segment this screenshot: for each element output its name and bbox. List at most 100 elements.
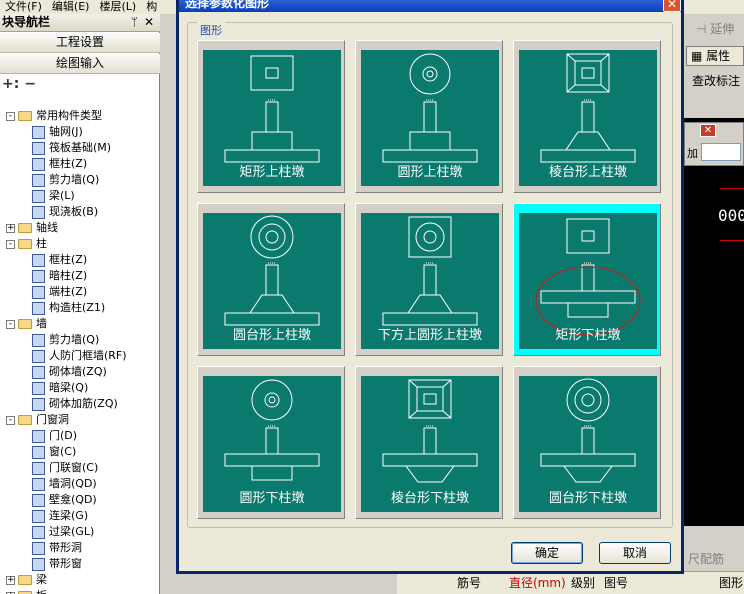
- tree-label: 壁龛(QD): [49, 493, 97, 506]
- collapse-icon[interactable]: -: [6, 415, 15, 425]
- tree-folder[interactable]: -柱: [6, 236, 47, 252]
- menu-floor[interactable]: 楼层(L): [94, 0, 141, 13]
- collapse-icon[interactable]: -: [6, 239, 15, 249]
- col-rebar-no[interactable]: 筋号: [457, 574, 481, 591]
- tree-label: 人防门框墙(RF): [49, 349, 127, 362]
- shape-grid: 矩形上柱墩 圆形上柱墩 棱台形上柱墩圆台形上柱墩 下方上圆形上柱墩 矩形下柱墩圆形下柱墩…: [179, 0, 681, 540]
- shape-option[interactable]: 圆形上柱墩: [355, 40, 503, 193]
- component-icon: [32, 381, 45, 395]
- folder-icon: [18, 415, 32, 425]
- tree-item[interactable]: 人防门框墙(RF): [32, 348, 127, 364]
- panel-title-text: 块导航栏: [2, 15, 51, 29]
- tree-item[interactable]: 砌体加筋(ZQ): [32, 396, 118, 412]
- subwindow-combo[interactable]: [701, 143, 741, 161]
- component-icon: [32, 493, 45, 507]
- tree-item[interactable]: 端柱(Z): [32, 284, 87, 300]
- drawing-canvas[interactable]: 000: [684, 118, 744, 526]
- tree-item[interactable]: 连梁(G): [32, 508, 88, 524]
- col-grade[interactable]: 级别: [571, 574, 595, 591]
- expand-all-icon[interactable]: +:: [2, 76, 19, 92]
- tree-folder[interactable]: -墙: [6, 316, 47, 332]
- tree-item[interactable]: 窗(C): [32, 444, 76, 460]
- tree-label: 门(D): [49, 429, 78, 442]
- tree-toolbar: +: −: [0, 76, 160, 96]
- ok-button[interactable]: 确定: [511, 542, 583, 564]
- tree-label: 现浇板(B): [49, 205, 99, 218]
- project-settings-button[interactable]: 工程设置: [0, 33, 160, 53]
- collapse-icon[interactable]: -: [6, 111, 15, 121]
- tree-item[interactable]: 门(D): [32, 428, 77, 444]
- shape-preview: [203, 50, 341, 186]
- component-icon: [32, 173, 45, 187]
- collapse-icon[interactable]: -: [6, 319, 15, 329]
- tree-item[interactable]: 暗梁(Q): [32, 380, 88, 396]
- subwindow-close-icon[interactable]: ✕: [700, 124, 716, 137]
- tree-item[interactable]: 门联窗(C): [32, 460, 98, 476]
- extend-tool[interactable]: ⊣ 延伸: [696, 20, 734, 37]
- shape-option[interactable]: 棱台形上柱墩: [513, 40, 661, 193]
- fit-rebar-tool[interactable]: 尺配筋: [688, 550, 724, 567]
- tree-label: 筏板基础(M): [49, 141, 112, 154]
- shape-option[interactable]: 圆台形上柱墩: [197, 203, 345, 356]
- tree-label: 门联窗(C): [49, 461, 99, 474]
- tree-folder[interactable]: + 轴线: [6, 220, 58, 236]
- tree-item[interactable]: 框柱(Z): [32, 156, 87, 172]
- close-icon[interactable]: ✕: [144, 14, 154, 31]
- col-figure-no[interactable]: 图号: [604, 574, 628, 591]
- col-diameter[interactable]: 直径(mm): [509, 574, 566, 591]
- pin-icon[interactable]: ᛘ: [131, 14, 138, 31]
- expand-icon[interactable]: +: [6, 575, 15, 585]
- tree-label: 板: [36, 589, 47, 594]
- properties-button[interactable]: ▦ 属性: [686, 46, 744, 66]
- cancel-button[interactable]: 取消: [599, 542, 671, 564]
- tree-item[interactable]: 过梁(GL): [32, 524, 94, 540]
- tree-item[interactable]: 壁龛(QD): [32, 492, 97, 508]
- tree-label: 构造柱(Z1): [49, 301, 106, 314]
- tree-item[interactable]: 暗柱(Z): [32, 268, 87, 284]
- tree-item[interactable]: 剪力墙(Q): [32, 332, 99, 348]
- shape-option[interactable]: 矩形上柱墩: [197, 40, 345, 193]
- shape-option[interactable]: 圆形下柱墩: [197, 366, 345, 519]
- collapse-all-icon[interactable]: −: [24, 76, 36, 92]
- component-icon: [32, 285, 45, 299]
- check-annotation-tool[interactable]: 查改标注: [692, 72, 740, 89]
- tree-folder[interactable]: +板: [6, 588, 47, 594]
- tree-item[interactable]: 框柱(Z): [32, 252, 87, 268]
- tree-item[interactable]: 梁(L): [32, 188, 75, 204]
- tree-item[interactable]: 带形洞: [32, 540, 82, 556]
- tree-label: 砌体加筋(ZQ): [49, 397, 118, 410]
- expand-icon[interactable]: +: [6, 223, 15, 233]
- shape-option[interactable]: 下方上圆形上柱墩: [355, 203, 503, 356]
- drawing-input-button[interactable]: 绘图输入: [0, 54, 160, 74]
- menu-edit[interactable]: 编辑(E): [47, 0, 95, 13]
- tree-item[interactable]: 墙洞(QD): [32, 476, 97, 492]
- canvas-number: 000: [718, 206, 744, 225]
- fit-rebar-label: 尺配筋: [688, 552, 725, 566]
- tree-label: 剪力墙(Q): [49, 333, 100, 346]
- col-shape[interactable]: 图形: [719, 574, 743, 591]
- panel-title: 块导航栏 ᛘ ✕: [0, 14, 160, 32]
- shape-option[interactable]: 圆台形下柱墩: [513, 366, 661, 519]
- tree-folder[interactable]: - 门窗洞: [6, 412, 69, 428]
- menu-component[interactable]: 构: [141, 0, 162, 13]
- tree-label: 带形洞: [49, 541, 82, 554]
- tree-item[interactable]: 构造柱(Z1): [32, 300, 105, 316]
- menu-file[interactable]: 文件(F): [0, 0, 47, 13]
- tree-label: 窗(C): [49, 445, 77, 458]
- tree-folder[interactable]: + 梁: [6, 572, 47, 588]
- component-icon: [32, 349, 45, 363]
- tree-item[interactable]: 轴网(J): [32, 124, 83, 140]
- component-icon: [32, 205, 45, 219]
- tree-item[interactable]: 现浇板(B): [32, 204, 98, 220]
- tree-label: 常用构件类型: [36, 109, 102, 122]
- tree-item[interactable]: 带形窗: [32, 556, 82, 572]
- component-icon: [32, 541, 45, 555]
- tree-item[interactable]: 筏板基础(M): [32, 140, 111, 156]
- properties-label: 属性: [706, 49, 731, 63]
- shape-option[interactable]: 棱台形下柱墩: [355, 366, 503, 519]
- tree-item[interactable]: 砌体墙(ZQ): [32, 364, 107, 380]
- tree-label: 暗梁(Q): [49, 381, 89, 394]
- tree-folder[interactable]: - 常用构件类型: [6, 108, 102, 124]
- tree-item[interactable]: 剪力墙(Q): [32, 172, 99, 188]
- shape-option[interactable]: 矩形下柱墩: [513, 203, 661, 356]
